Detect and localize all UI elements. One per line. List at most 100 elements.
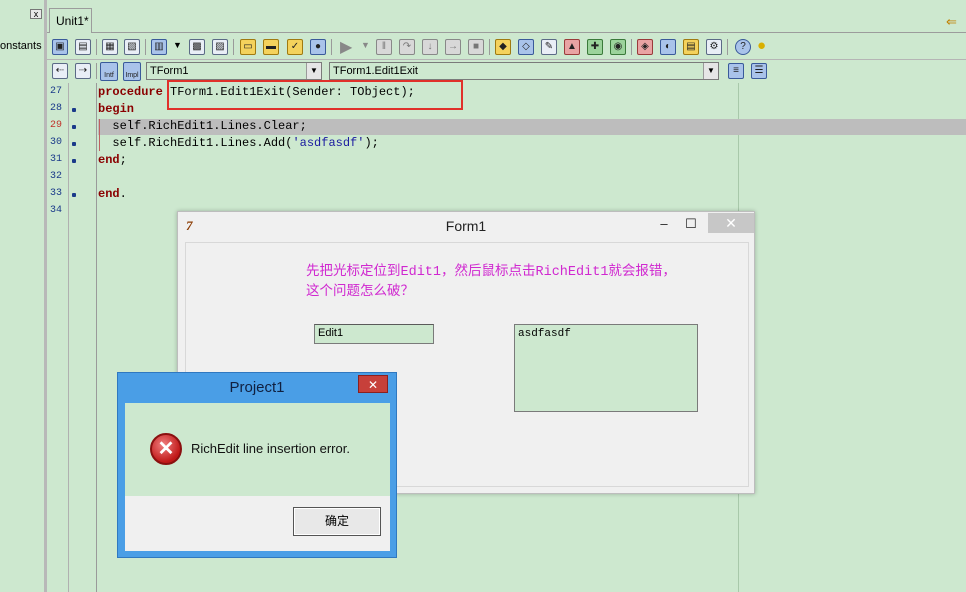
run-dropdown-icon[interactable]: ▼ <box>361 40 370 50</box>
toolbar-separator <box>489 39 490 55</box>
globe-icon[interactable]: ● <box>310 39 326 55</box>
code-keyword: procedure <box>98 85 163 99</box>
dialog-footer: 确定 <box>125 496 390 551</box>
line-number: 32 <box>50 171 63 182</box>
line-number: 33 <box>50 188 63 199</box>
browse-forward-icon[interactable]: ⇢ <box>75 63 91 79</box>
program-reset-icon[interactable]: ■ <box>468 39 484 55</box>
view-form-icon[interactable]: ▤ <box>75 39 91 55</box>
maximize-button[interactable]: ☐ <box>681 214 701 234</box>
delphi-app-icon: 7 <box>186 218 193 233</box>
tip-lightbulb-icon[interactable]: ● <box>757 37 766 54</box>
toolbar-separator <box>96 63 97 79</box>
breakpoint-marker[interactable] <box>72 142 76 146</box>
toggle-form-unit-icon[interactable]: ▨ <box>212 39 228 55</box>
pause-icon[interactable]: ‖ <box>376 39 392 55</box>
toolbar-separator <box>727 39 728 55</box>
panel-tree-item-constants[interactable]: onstants <box>0 40 42 52</box>
code-keyword: begin <box>98 102 135 116</box>
code-line: begin <box>98 101 134 117</box>
form1-close-button[interactable]: ✕ <box>708 213 754 233</box>
toolbar-separator <box>331 39 332 55</box>
code-line: self.RichEdit1.Lines.Add('asdfasdf'); <box>98 135 379 151</box>
ok-button[interactable]: 确定 <box>293 507 381 536</box>
interface-icon[interactable]: Intf <box>100 62 118 81</box>
code-keyword: end <box>98 153 120 167</box>
open-folder-icon[interactable]: ▭ <box>240 39 256 55</box>
method-selector[interactable]: TForm1.Edit1Exit ▼ <box>329 62 719 80</box>
code-text: self.RichEdit1.Lines.Clear; <box>98 119 307 133</box>
dialog-body: ✕ RichEdit line insertion error. <box>125 403 390 496</box>
error-dialog: Project1 ✕ ✕ RichEdit line insertion err… <box>117 372 397 558</box>
minimize-button[interactable]: ‒ <box>654 214 674 234</box>
error-icon: ✕ <box>150 433 182 465</box>
chevron-down-icon[interactable]: ▼ <box>703 63 718 79</box>
navigate-back-icon[interactable]: ⇐ <box>946 14 957 30</box>
package-icon[interactable]: ▲ <box>564 39 580 55</box>
code-line: end; <box>98 152 127 168</box>
class-selector[interactable]: TForm1 ▼ <box>146 62 322 80</box>
dialog-title: Project1 <box>229 379 285 396</box>
line-number: 34 <box>50 205 63 216</box>
view-unit-icon[interactable]: ▣ <box>52 39 68 55</box>
open-project-icon[interactable]: ▥ <box>151 39 167 55</box>
dropdown-arrow-icon[interactable]: ▼ <box>173 40 182 50</box>
richedit1-box[interactable]: asdfasdf <box>514 324 698 412</box>
question-label: 先把光标定位到Edit1，然后鼠标点击RichEdit1就会报错， 这个问题怎么… <box>306 263 746 303</box>
tab-bar-divider <box>47 32 966 33</box>
save-all-icon[interactable]: ▩ <box>189 39 205 55</box>
edit-icon[interactable]: ✎ <box>541 39 557 55</box>
new-items-icon[interactable]: ▦ <box>102 39 118 55</box>
line-number: 30 <box>50 137 63 148</box>
help-icon[interactable]: ? <box>735 39 751 55</box>
breakpoint-marker[interactable] <box>72 159 76 163</box>
refactor-icon[interactable]: ◈ <box>637 39 653 55</box>
toolbar-separator <box>96 39 97 55</box>
code-line: end. <box>98 186 127 202</box>
notes-icon[interactable]: ▤ <box>683 39 699 55</box>
settings-gear-icon[interactable]: ⚙ <box>706 39 722 55</box>
components-icon[interactable]: ◆ <box>495 39 511 55</box>
chevron-down-icon[interactable]: ▼ <box>306 63 321 79</box>
save-folder-icon[interactable]: ▬ <box>263 39 279 55</box>
code-text: self.RichEdit1.Lines.Add( <box>98 136 293 150</box>
checklist-icon[interactable]: ✓ <box>287 39 303 55</box>
translate-icon[interactable]: ◐ <box>660 39 676 55</box>
line-number: 28 <box>50 103 63 114</box>
edit1-input[interactable]: Edit1 <box>314 324 434 344</box>
trace-into-icon[interactable]: ↓ <box>422 39 438 55</box>
dialog-close-button[interactable]: ✕ <box>358 375 388 393</box>
align-left-icon[interactable]: ≡ <box>728 63 744 79</box>
question-line-1: 先把光标定位到Edit1，然后鼠标点击RichEdit1就会报错， <box>306 265 676 280</box>
breakpoint-marker[interactable] <box>72 125 76 129</box>
gutter-divider <box>68 83 69 592</box>
step-over-icon[interactable]: ↷ <box>399 39 415 55</box>
method-selector-value: TForm1.Edit1Exit <box>333 65 418 77</box>
breakpoint-marker[interactable] <box>72 193 76 197</box>
code-string: 'asdfasdf' <box>292 136 365 150</box>
code-toolbar: ⇠ ⇢ Intf Impl TForm1 ▼ TForm1.Edit1Exit … <box>47 59 966 82</box>
class-selector-value: TForm1 <box>150 65 189 77</box>
code-text: ); <box>364 136 379 150</box>
tab-unit1[interactable]: Unit1* <box>49 8 92 33</box>
run-icon[interactable]: ▶ <box>340 37 352 57</box>
annotation-highlight-box <box>167 80 463 110</box>
browse-back-icon[interactable]: ⇠ <box>52 63 68 79</box>
panel-close-button[interactable]: x <box>30 9 42 19</box>
implementation-icon[interactable]: Impl <box>123 62 141 81</box>
question-line-2: 这个问题怎么破？ <box>306 285 414 300</box>
palette-icon[interactable]: ◇ <box>518 39 534 55</box>
database-icon[interactable]: ◉ <box>610 39 626 55</box>
breakpoint-marker[interactable] <box>72 108 76 112</box>
object-repository-icon[interactable]: ▧ <box>124 39 140 55</box>
run-to-cursor-icon[interactable]: → <box>445 39 461 55</box>
structure-panel: x onstants <box>0 0 46 592</box>
code-keyword: end <box>98 187 120 201</box>
align-justify-icon[interactable]: ☰ <box>751 63 767 79</box>
line-number: 29 <box>50 120 63 131</box>
toolbar-separator <box>145 39 146 55</box>
error-message: RichEdit line insertion error. <box>191 441 350 456</box>
tab-bar <box>47 0 966 36</box>
line-number: 27 <box>50 86 63 97</box>
tools-icon[interactable]: ✚ <box>587 39 603 55</box>
